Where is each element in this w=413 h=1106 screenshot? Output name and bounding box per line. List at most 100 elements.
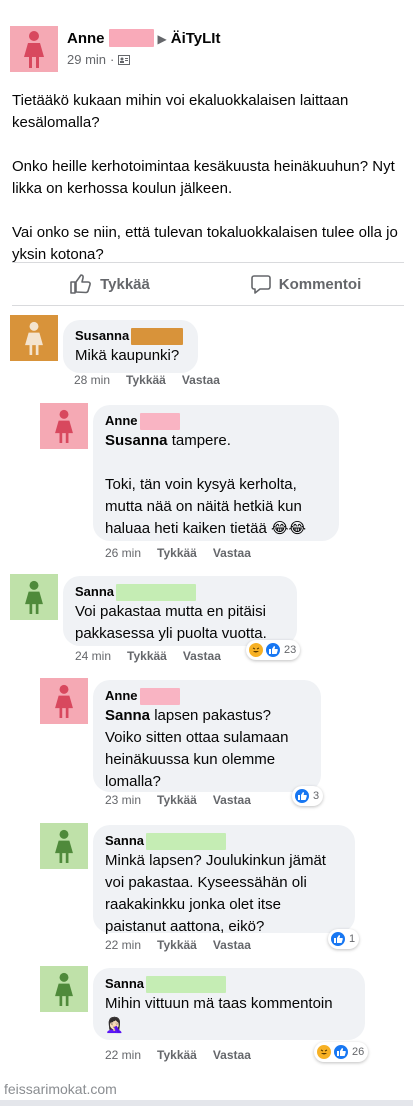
comment-meta: 22 min Tykkää Vastaa [105, 1048, 251, 1062]
comment-reply-button[interactable]: Vastaa [183, 649, 221, 663]
comment-author-name[interactable]: Susanna [75, 328, 129, 343]
reactions-summary[interactable]: 23 [246, 640, 301, 660]
comment-time[interactable]: 22 min [105, 938, 141, 952]
person-icon [25, 321, 43, 355]
like-thumb-icon [70, 274, 92, 294]
commenter-avatar[interactable] [40, 678, 88, 724]
post-actions: Tykkää Kommentoi [12, 264, 404, 304]
comment-meta: 22 min Tykkää Vastaa [105, 938, 251, 952]
post-body: Tietääkö kukaan mihin voi ekaluokkalaise… [12, 90, 404, 266]
post-paragraph: Tietääkö kukaan mihin voi ekaluokkalaise… [12, 92, 349, 131]
comment-reply-button[interactable]: Vastaa [182, 373, 220, 387]
reaction-count: 26 [352, 1046, 365, 1058]
comment-reply-button[interactable]: Vastaa [213, 546, 251, 560]
redaction-block [108, 29, 154, 48]
separator-dot: · [110, 52, 115, 67]
post-header: Anne ▶ ÄiTyLIt 29 min · [10, 26, 403, 76]
mention-link[interactable]: Sanna [105, 707, 150, 724]
comment-text-part: tampere. [171, 432, 231, 450]
comment-author: Susanna [75, 327, 186, 346]
comment-text: Sanna lapsen pakastus? Voiko sitten otta… [105, 705, 309, 793]
comment-bubble: Sanna Voi pakastaa mutta en pitäisi pakk… [63, 576, 297, 646]
post-paragraph: Vai onko se niin, että tulevan tokaluokk… [12, 224, 398, 263]
commenter-avatar[interactable] [40, 823, 88, 869]
comment-like-button[interactable]: Tykkää [157, 938, 197, 952]
like-reaction-icon [330, 931, 346, 947]
bottom-bar [0, 1100, 413, 1106]
like-reaction-icon [265, 642, 281, 658]
comment-bubble: Anne Sanna lapsen pakastus? Voiko sitten… [93, 680, 321, 792]
comment-reply-button[interactable]: Vastaa [213, 793, 251, 807]
comment-bubble: Sanna Mihin vittuun mä taas kommentoin 🤦… [93, 968, 365, 1040]
comment-author-name[interactable]: Anne [105, 688, 138, 703]
reactions-summary[interactable]: 1 [328, 929, 360, 949]
person-icon [24, 31, 44, 68]
comment-like-button[interactable]: Tykkää [157, 1048, 197, 1062]
like-button[interactable]: Tykkää [12, 264, 208, 304]
like-reaction-icon [333, 1044, 349, 1060]
comment-time[interactable]: 24 min [75, 649, 111, 663]
comment-text: Toki, tän voin kysyä kerholta, mutta nää… [105, 474, 327, 540]
comment-author-name[interactable]: Sanna [105, 976, 144, 991]
comment-meta: 28 min Tykkää Vastaa [74, 373, 220, 387]
comment-text: Susanna tampere. [105, 430, 327, 452]
comment-author-name[interactable]: Anne [105, 413, 138, 428]
comment-reply-button[interactable]: Vastaa [213, 938, 251, 952]
person-icon [55, 972, 73, 1006]
comment-time[interactable]: 23 min [105, 793, 141, 807]
like-label: Tykkää [100, 275, 150, 293]
comment-author-name[interactable]: Sanna [105, 833, 144, 848]
post-paragraph: Onko heille kerhotoimintaa kesäkuusta he… [12, 158, 395, 197]
comment-bubble: Sanna Minkä lapsen? Joulukinkun jämät vo… [93, 825, 355, 935]
person-icon [55, 409, 73, 443]
comment-author: Anne [105, 687, 309, 706]
reaction-count: 3 [313, 790, 320, 802]
redaction-block [146, 833, 227, 851]
comment-meta: 26 min Tykkää Vastaa [105, 546, 251, 560]
person-icon [55, 829, 73, 863]
haha-reaction-icon [248, 642, 264, 658]
comment-like-button[interactable]: Tykkää [157, 546, 197, 560]
comment-like-button[interactable]: Tykkää [126, 373, 166, 387]
comment-icon [250, 275, 271, 294]
commenter-avatar[interactable] [40, 966, 88, 1012]
commenter-avatar[interactable] [10, 315, 58, 361]
friends-audience-icon [118, 54, 131, 65]
reaction-count: 23 [284, 644, 297, 656]
comment-author-name[interactable]: Sanna [75, 584, 114, 599]
reactions-summary[interactable]: 3 [292, 786, 324, 806]
comment-reply-button[interactable]: Vastaa [213, 1048, 251, 1062]
emoji: 😂😂 [270, 520, 307, 538]
comment-time[interactable]: 28 min [74, 373, 110, 387]
commenter-avatar[interactable] [40, 403, 88, 449]
watermark: feissarimokat.com [4, 1081, 117, 1097]
post-author-name[interactable]: Anne [67, 30, 105, 47]
comment-time[interactable]: 26 min [105, 546, 141, 560]
comment-like-button[interactable]: Tykkää [157, 793, 197, 807]
reactions-summary[interactable]: 26 [314, 1042, 369, 1062]
comment-time[interactable]: 22 min [105, 1048, 141, 1062]
comment-author: Sanna [105, 975, 353, 994]
comment-meta: 24 min Tykkää Vastaa [75, 649, 221, 663]
haha-reaction-icon [316, 1044, 332, 1060]
arrow-right-icon: ▶ [157, 32, 167, 46]
comment-button[interactable]: Kommentoi [208, 264, 404, 304]
comment-like-button[interactable]: Tykkää [127, 649, 167, 663]
author-avatar[interactable] [10, 26, 58, 72]
group-name[interactable]: ÄiTyLIt [171, 30, 221, 47]
commenter-avatar[interactable] [10, 574, 58, 620]
like-reaction-icon [294, 788, 310, 804]
comment-text: Mikä kaupunki? [75, 347, 180, 365]
divider [12, 262, 404, 263]
redaction-block [139, 688, 180, 706]
post-time[interactable]: 29 min [67, 52, 106, 67]
redaction-block [131, 328, 184, 346]
person-icon [25, 580, 43, 614]
comment-author: Anne [105, 412, 327, 431]
redaction-block [116, 584, 197, 602]
redaction-block [146, 976, 227, 994]
comment-author: Sanna [75, 583, 285, 602]
emoji: 🤦🏻‍♀️ [105, 1017, 124, 1035]
comment-text: Mihin vittuun mä taas kommentoin [105, 995, 333, 1013]
mention-link[interactable]: Susanna [105, 432, 168, 449]
